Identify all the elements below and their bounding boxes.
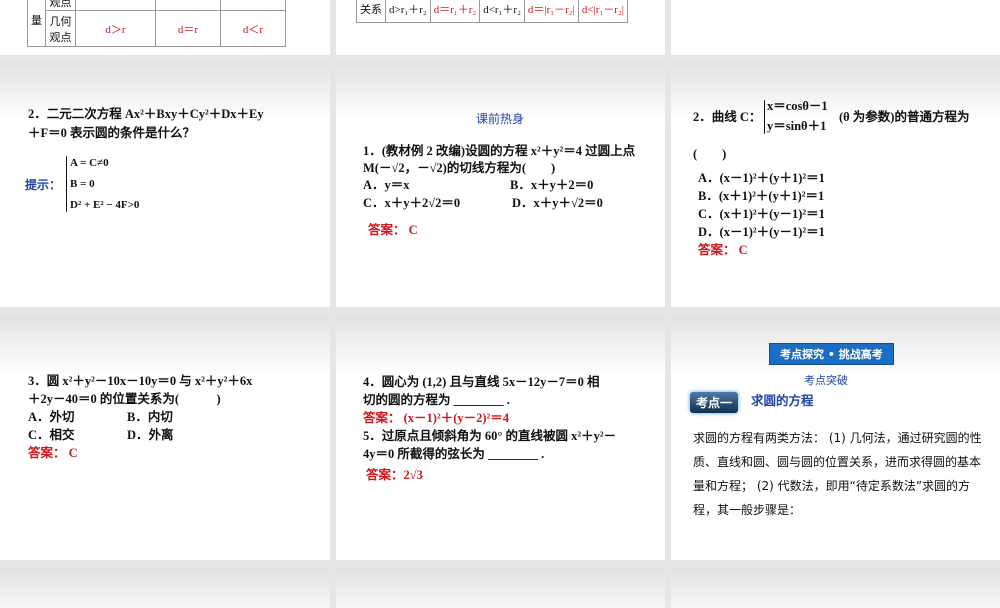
question-text: 2．曲线 C： — [693, 110, 762, 124]
section-subtitle: 考点突破 — [804, 374, 848, 387]
paragraph: 求圆的方程有两类方法： (1) 几何法，通过研究圆的性质、直线和圆、圆与圆的位置… — [693, 431, 982, 517]
equation: x＝cosθ－1 — [767, 99, 828, 113]
question-text: 4．圆心为 (1,2) 且与直线 5x－12y－7＝0 相 — [363, 375, 600, 389]
question-text: 切的圆的方程为 ________ . — [363, 393, 510, 407]
option: C．相交 — [28, 428, 75, 442]
option: D．(x－1)²＋(y－1)²＝1 — [698, 225, 825, 239]
cell: 关系 — [356, 0, 386, 23]
cell: d>r₁＋r₂ — [385, 0, 431, 23]
option: A．y＝x — [363, 178, 410, 192]
question-text: 3．圆 x²＋y²－10x－10y＝0 与 x²＋y²＋6x — [28, 374, 253, 388]
brace — [764, 100, 765, 134]
hint-label: 提示： — [25, 178, 62, 192]
slide-thumbnail[interactable] — [671, 0, 1000, 55]
cell: d<|r₁－r₂| — [577, 0, 628, 23]
topic-heading: 求圆的方程 — [751, 393, 814, 408]
question-text: 1．(教材例 2 改编)设圆的方程 x²＋y²＝4 过圆上点 — [363, 144, 636, 158]
slide-thumbnail[interactable]: 考点探究 • 挑战高考 考点突破 考点一 求圆的方程 求圆的方程有两类方法： (… — [671, 316, 1000, 560]
cell: 量 — [27, 0, 46, 47]
answer: 答案： C — [368, 223, 418, 237]
condition: A = C≠0 — [70, 157, 109, 169]
question-text: ＋2y－40＝0 的位置关系为( ) — [28, 392, 221, 406]
cell: d＜r — [220, 10, 286, 47]
slide-thumbnail[interactable] — [0, 568, 330, 608]
topic-badge: 考点一 — [690, 392, 739, 413]
comparison-table: 量观点 几何观点 d＞r d＝r d＜r — [27, 0, 286, 47]
slide-thumbnail[interactable]: 2．二元二次方程 Ax²＋Bxy＋Cy²＋Dx＋Ey ＋F＝0 表示圆的条件是什… — [0, 62, 330, 307]
question-text: (θ 为参数)的普通方程为 — [839, 110, 970, 124]
question-text: 2．二元二次方程 Ax²＋Bxy＋Cy²＋Dx＋Ey — [28, 107, 264, 121]
question-text: ＋F＝0 表示圆的条件是什么？ — [28, 126, 196, 140]
question-text: 5．过原点且倾斜角为 60° 的直线被圆 x²＋y²－ — [363, 429, 617, 443]
question-text: 4y＝0 所截得的弦长为 ________ . — [363, 447, 545, 461]
cell: d＝|r₁－r₂| — [523, 0, 579, 23]
condition: D² + E² − 4F>0 — [70, 199, 140, 211]
cell: d＝r₁＋r₂ — [429, 0, 481, 23]
question-text: M(－√2，－√2)的切线方程为( ) — [363, 161, 556, 175]
option: A．外切 — [28, 410, 75, 424]
brace — [66, 156, 67, 212]
slide-thumbnail[interactable]: 关系 d>r₁＋r₂ d＝r₁＋r₂ d<r₁＋r₂ d＝|r₁－r₂| d<|r₁－r₂… — [336, 0, 665, 55]
cell: 观点 — [45, 0, 76, 11]
slide-thumbnail[interactable]: 2．曲线 C： x＝cosθ－1 y＝sinθ＋1 (θ 为参数)的普通方程为 … — [671, 62, 1000, 307]
option: B．x＋y＋2＝0 — [510, 178, 594, 192]
cell: d＞r — [75, 10, 156, 47]
option: C．(x＋1)²＋(y－1)²＝1 — [698, 207, 825, 221]
option: D．外离 — [127, 428, 174, 442]
condition: B = 0 — [70, 178, 95, 190]
answer: 答案：2√3 — [366, 468, 423, 482]
answer: 答案： C — [28, 446, 78, 460]
cell: d＝r — [155, 10, 221, 47]
section-banner: 考点探究 • 挑战高考 — [769, 343, 894, 365]
slide-thumbnail[interactable]: 课前热身 1．(教材例 2 改编)设圆的方程 x²＋y²＝4 过圆上点 M(－√… — [336, 62, 665, 307]
relation-table: 关系 d>r₁＋r₂ d＝r₁＋r₂ d<r₁＋r₂ d＝|r₁－r₂| d<|r₁－r₂… — [356, 0, 628, 23]
option: A．(x－1)²＋(y＋1)²＝1 — [698, 171, 825, 185]
option: B．(x＋1)²＋(y＋1)²＝1 — [698, 189, 825, 203]
slide-thumbnail[interactable]: 4．圆心为 (1,2) 且与直线 5x－12y－7＝0 相 切的圆的方程为 __… — [336, 316, 665, 560]
equation: y＝sinθ＋1 — [767, 119, 827, 133]
section-title: 课前热身 — [476, 112, 525, 126]
slide-thumbnail[interactable]: 3．圆 x²＋y²－10x－10y＝0 与 x²＋y²＋6x ＋2y－40＝0 … — [0, 316, 330, 560]
slide-thumbnail[interactable] — [671, 568, 1000, 608]
cell: d<r₁＋r₂ — [479, 0, 525, 23]
option: D．x＋y＋√2＝0 — [512, 196, 603, 210]
slide-thumbnail[interactable]: 量观点 几何观点 d＞r d＝r d＜r — [0, 0, 330, 55]
slide-thumbnail[interactable] — [336, 568, 665, 608]
answer: 答案： (x－1)²＋(y－2)²＝4 — [363, 411, 510, 425]
option: B．内切 — [127, 410, 173, 424]
answer: 答案： C — [698, 243, 748, 257]
cell: 几何观点 — [45, 10, 76, 47]
option: C．x＋y＋2√2＝0 — [363, 196, 461, 210]
question-text: ( ) — [693, 147, 727, 161]
